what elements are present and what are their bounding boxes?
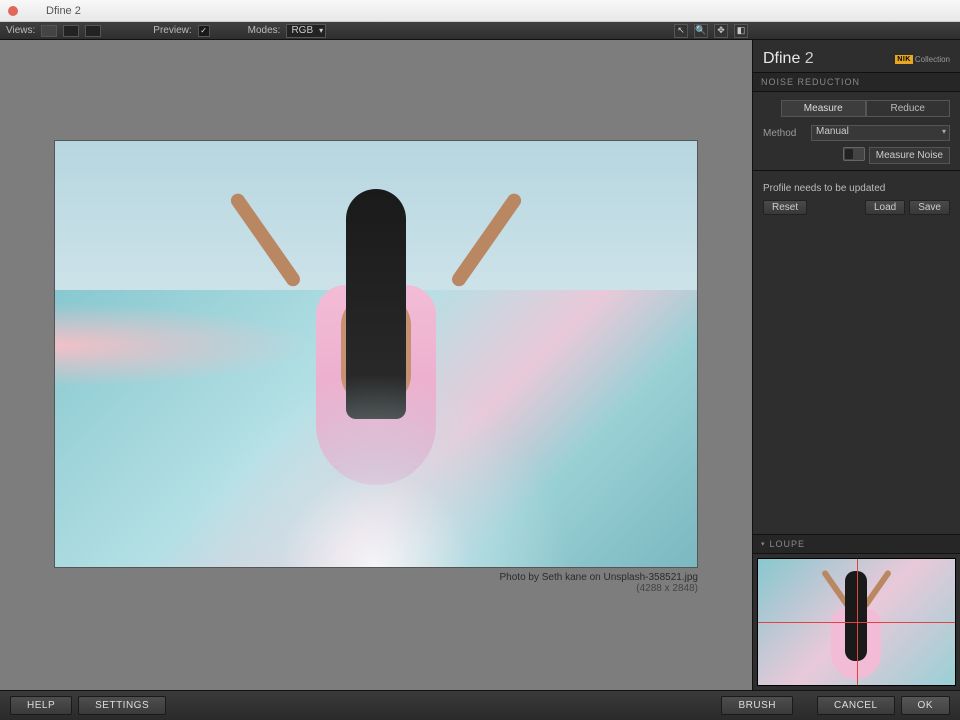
loupe-panel bbox=[753, 554, 960, 690]
method-label: Method bbox=[763, 128, 803, 139]
noise-reduction-panel: Measure Reduce Method Manual Measure Noi… bbox=[753, 92, 960, 223]
view-side-icon[interactable] bbox=[85, 25, 101, 37]
main-area: Photo by Seth kane on Unsplash-358521.jp… bbox=[0, 40, 960, 690]
top-toolbar: Views: Preview: ✓ Modes: RGB ↖ 🔍 ✥ ◧ bbox=[0, 22, 960, 40]
close-window-icon[interactable] bbox=[8, 6, 18, 16]
preview-label: Preview: bbox=[153, 25, 191, 36]
tab-reduce[interactable]: Reduce bbox=[866, 100, 951, 117]
load-button[interactable]: Load bbox=[865, 200, 905, 215]
zoom-tool-icon[interactable]: 🔍 bbox=[694, 24, 708, 38]
side-panel: Dfine 2 NIK Collection NOISE REDUCTION M… bbox=[752, 40, 960, 690]
measure-reduce-tabs: Measure Reduce bbox=[781, 100, 950, 117]
view-split-icon[interactable] bbox=[63, 25, 79, 37]
image-dimensions: (4288 x 2848) bbox=[54, 583, 698, 594]
modes-select[interactable]: RGB bbox=[286, 24, 326, 38]
help-button[interactable]: HELP bbox=[10, 696, 72, 715]
profile-status: Profile needs to be updated bbox=[763, 177, 950, 200]
pan-tool-icon[interactable]: ✥ bbox=[714, 24, 728, 38]
loupe-crosshair-h bbox=[758, 622, 955, 623]
view-single-icon[interactable] bbox=[41, 25, 57, 37]
footer-bar: HELP SETTINGS BRUSH CANCEL OK bbox=[0, 690, 960, 720]
preview-checkbox[interactable]: ✓ bbox=[198, 25, 210, 37]
save-button[interactable]: Save bbox=[909, 200, 950, 215]
side-header: Dfine 2 NIK Collection bbox=[753, 40, 960, 72]
views-label: Views: bbox=[6, 25, 35, 36]
image-caption: Photo by Seth kane on Unsplash-358521.jp… bbox=[54, 572, 698, 594]
bgcolor-tool-icon[interactable]: ◧ bbox=[734, 24, 748, 38]
loupe-header[interactable]: ▾ LOUPE bbox=[753, 534, 960, 554]
brush-button[interactable]: BRUSH bbox=[721, 696, 793, 715]
nik-badge-icon: NIK bbox=[895, 55, 913, 64]
ok-button[interactable]: OK bbox=[901, 696, 950, 715]
tab-measure[interactable]: Measure bbox=[781, 100, 866, 117]
auto-toggle[interactable] bbox=[843, 147, 865, 161]
preview-image[interactable] bbox=[54, 140, 698, 568]
method-select[interactable]: Manual bbox=[811, 125, 950, 141]
loupe-preview[interactable] bbox=[757, 558, 956, 686]
os-titlebar: Dfine 2 bbox=[0, 0, 960, 22]
app-window: Dfine 2 Views: Preview: ✓ Modes: RGB ↖ 🔍… bbox=[0, 0, 960, 720]
measure-noise-button[interactable]: Measure Noise bbox=[869, 147, 950, 164]
window-title: Dfine 2 bbox=[46, 5, 81, 17]
settings-button[interactable]: SETTINGS bbox=[78, 696, 166, 715]
brand-mark: NIK Collection bbox=[895, 55, 950, 64]
canvas-area: Photo by Seth kane on Unsplash-358521.jp… bbox=[0, 40, 752, 690]
select-tool-icon[interactable]: ↖ bbox=[674, 24, 688, 38]
image-filename: Photo by Seth kane on Unsplash-358521.jp… bbox=[54, 572, 698, 583]
noise-reduction-header[interactable]: NOISE REDUCTION bbox=[753, 72, 960, 92]
chevron-down-icon: ▾ bbox=[761, 540, 766, 548]
modes-label: Modes: bbox=[248, 25, 281, 36]
reset-button[interactable]: Reset bbox=[763, 200, 807, 215]
app-title: Dfine 2 bbox=[763, 50, 814, 68]
cancel-button[interactable]: CANCEL bbox=[817, 696, 895, 715]
